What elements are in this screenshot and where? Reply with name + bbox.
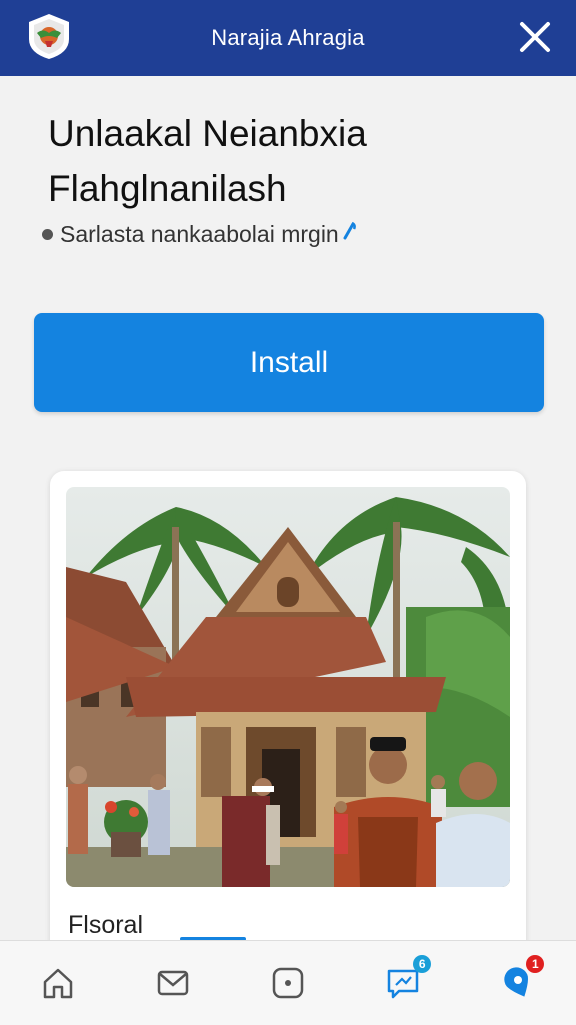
install-button[interactable]: Install xyxy=(34,313,544,412)
bottom-nav: 6 1 xyxy=(0,940,576,1025)
nav-chat[interactable]: 6 xyxy=(373,953,433,1013)
nav-record[interactable] xyxy=(258,953,318,1013)
headline-line-2: Flahglnanilash xyxy=(48,168,287,209)
close-button[interactable] xyxy=(516,18,554,56)
link-icon[interactable] xyxy=(341,220,357,248)
bullet-dot xyxy=(42,228,53,240)
headline-line-1: Unlaakal Neianbxia xyxy=(48,113,367,154)
nav-home[interactable] xyxy=(28,953,88,1013)
shield-logo-icon xyxy=(24,11,74,61)
preview-card[interactable]: Flsoral xyxy=(50,471,526,971)
home-icon xyxy=(43,968,72,999)
preview-photo xyxy=(66,487,510,887)
subtitle-text: Sarlasta nankaabolai mrgin xyxy=(60,220,339,247)
chat-badge: 6 xyxy=(413,955,432,973)
location-badge: 1 xyxy=(526,955,545,973)
card-caption: Flsoral xyxy=(68,911,144,939)
page-headline: Unlaakal Neianbxia Flahglnanilash xyxy=(48,106,548,216)
mail-icon xyxy=(157,970,189,996)
record-icon xyxy=(272,967,304,999)
app-title: Narajia Ahragia xyxy=(211,25,365,50)
nav-location[interactable]: 1 xyxy=(488,953,548,1013)
nav-mail[interactable] xyxy=(143,953,203,1013)
app-header: Narajia Ahragia xyxy=(0,0,576,76)
close-icon xyxy=(520,22,550,52)
subtitle-row: Sarlasta nankaabolai mrgin xyxy=(42,220,357,248)
